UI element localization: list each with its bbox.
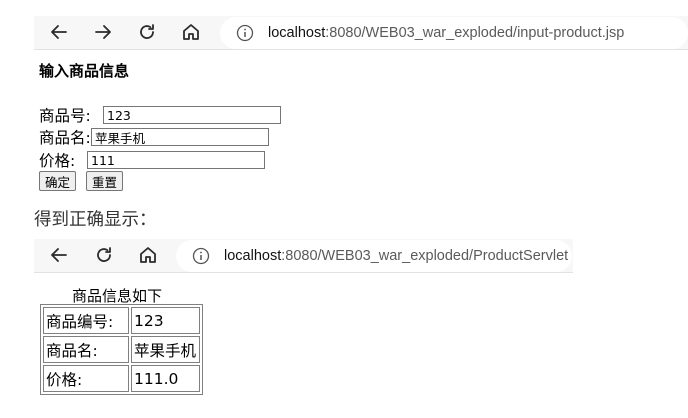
table-row: 价格: 111.0	[43, 365, 200, 392]
row-label: 商品编号:	[43, 307, 129, 334]
info-icon[interactable]	[192, 247, 210, 265]
price-input[interactable]	[87, 151, 265, 169]
product-info-table: 商品编号: 123 商品名: 苹果手机 价格: 111.0	[40, 304, 203, 395]
row-value: 苹果手机	[131, 336, 200, 363]
product-name-input[interactable]	[91, 128, 269, 146]
row-value: 111.0	[131, 365, 200, 392]
browser-toolbar-1: localhost:8080/WEB03_war_exploded/input-…	[34, 16, 688, 50]
back-arrow-icon[interactable]	[44, 17, 74, 47]
table-row: 商品名: 苹果手机	[43, 336, 200, 363]
row-label: 价格:	[43, 365, 129, 392]
address-bar-1[interactable]: localhost:8080/WEB03_war_exploded/input-…	[220, 17, 688, 49]
table-row: 商品编号: 123	[43, 307, 200, 334]
submit-button[interactable]: 确定	[39, 171, 77, 191]
url-path: :8080/WEB03_war_exploded/ProductServlet	[281, 248, 569, 264]
form-row-product-id: 商品号:	[39, 104, 281, 126]
price-label: 价格:	[39, 152, 76, 170]
table-caption: 商品信息如下	[72, 287, 163, 305]
url-host: localhost	[268, 25, 326, 41]
back-arrow-icon[interactable]	[44, 240, 74, 270]
info-icon[interactable]	[236, 24, 254, 42]
result-note: 得到正确显示：	[34, 210, 157, 230]
form-row-price: 价格:	[39, 149, 265, 171]
reload-icon[interactable]	[89, 240, 119, 270]
address-bar-2[interactable]: localhost:8080/WEB03_war_exploded/Produc…	[176, 240, 572, 272]
home-icon[interactable]	[176, 17, 206, 47]
product-name-label: 商品名:	[39, 129, 91, 147]
browser-toolbar-2: localhost:8080/WEB03_war_exploded/Produc…	[34, 239, 573, 273]
home-icon[interactable]	[133, 240, 163, 270]
row-label: 商品名:	[43, 336, 129, 363]
url-path: :8080/WEB03_war_exploded/input-product.j…	[325, 25, 625, 41]
reset-button[interactable]: 重置	[86, 171, 124, 191]
product-id-input[interactable]	[103, 106, 281, 124]
row-value: 123	[131, 307, 200, 334]
url-host: localhost	[224, 248, 282, 264]
reload-icon[interactable]	[132, 17, 162, 47]
page-title: 输入商品信息	[39, 62, 130, 80]
forward-arrow-icon[interactable]	[88, 17, 118, 47]
product-id-label: 商品号:	[39, 107, 91, 125]
form-row-product-name: 商品名:	[39, 126, 269, 148]
